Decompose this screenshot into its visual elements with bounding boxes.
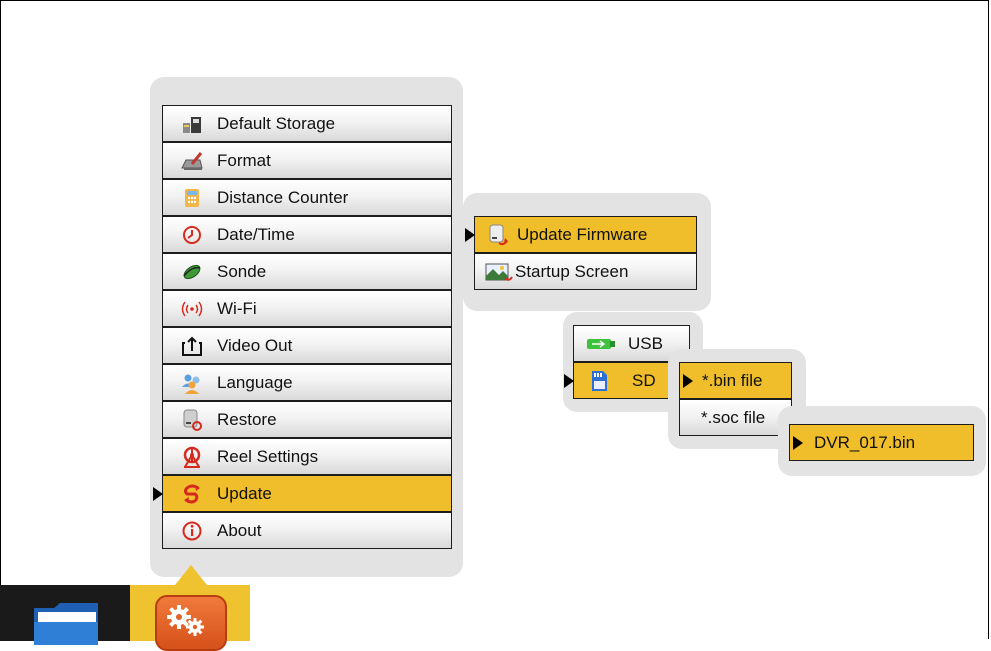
menu-item-format[interactable]: Format [162, 142, 452, 179]
menu-item-bin-file[interactable]: *.bin file [679, 362, 792, 399]
menu-item-distance-counter[interactable]: Distance Counter [162, 179, 452, 216]
menu-item-label: Restore [217, 409, 277, 429]
folder-icon[interactable] [32, 600, 102, 645]
menu-item-about[interactable]: About [162, 512, 452, 549]
selection-arrow-icon [153, 486, 163, 501]
menu-item-label: Wi-Fi [217, 298, 257, 318]
menu-item-label: Reel Settings [217, 446, 319, 466]
settings-app-button[interactable] [155, 595, 227, 651]
menu-item-restore[interactable]: Restore [162, 401, 452, 438]
sd-card-icon [588, 370, 610, 392]
selection-arrow-icon [683, 373, 693, 388]
clock-icon [181, 224, 203, 246]
info-icon [181, 520, 203, 542]
menu-item-label: Update [217, 483, 272, 503]
update-icon [181, 483, 203, 505]
menu-item-label: Sonde [217, 261, 267, 281]
menu-item-label: Language [217, 372, 293, 392]
menu-item-label: SD [632, 370, 656, 390]
menu-item-sonde[interactable]: Sonde [162, 253, 452, 290]
language-icon [181, 372, 203, 394]
calculator-icon [181, 187, 203, 209]
selection-arrow-icon [564, 373, 574, 388]
menu-item-dvr-017-bin[interactable]: DVR_017.bin [789, 424, 974, 461]
menu-item-label: Distance Counter [217, 187, 349, 207]
menu-item-label: USB [628, 333, 663, 353]
menu-pointer [175, 565, 207, 585]
menu-item-language[interactable]: Language [162, 364, 452, 401]
menu-item-label: Update Firmware [517, 224, 648, 244]
menu-item-video-out[interactable]: Video Out [162, 327, 452, 364]
menu-item-label: DVR_017.bin [814, 432, 916, 452]
menu-item-label: *.soc file [701, 407, 766, 427]
menu-item-date-time[interactable]: Date/Time [162, 216, 452, 253]
menu-item-label: Date/Time [217, 224, 295, 244]
menu-item-label: Default Storage [217, 113, 336, 133]
menu-item-wifi[interactable]: Wi-Fi [162, 290, 452, 327]
menu-item-label: *.bin file [702, 370, 763, 390]
sonde-icon [181, 261, 203, 283]
menu-item-label: About [217, 520, 262, 540]
selection-arrow-icon [465, 227, 475, 242]
menu-item-default-storage[interactable]: Default Storage [162, 105, 452, 142]
menu-item-label: Format [217, 150, 271, 170]
wifi-icon [181, 298, 203, 320]
update-firmware-icon [487, 224, 509, 246]
selection-arrow-icon [793, 435, 803, 450]
menu-item-soc-file[interactable]: *.soc file [679, 399, 792, 436]
reel-icon [181, 446, 203, 468]
settings-gears-icon [167, 605, 204, 636]
startup-screen-icon [485, 261, 513, 283]
menu-item-label: Startup Screen [515, 261, 629, 281]
usb-icon [586, 333, 616, 355]
menu-item-update[interactable]: Update [153, 475, 452, 512]
format-icon [181, 150, 203, 172]
menu-item-label: Video Out [217, 335, 293, 355]
menu-item-reel-settings[interactable]: Reel Settings [162, 438, 452, 475]
screen-frame [0, 0, 989, 639]
menu-item-startup-screen[interactable]: Startup Screen [474, 253, 697, 290]
menu-item-update-firmware[interactable]: Update Firmware [465, 216, 697, 253]
video-out-icon [181, 335, 203, 357]
restore-icon [181, 409, 203, 431]
storage-icon [181, 113, 203, 135]
